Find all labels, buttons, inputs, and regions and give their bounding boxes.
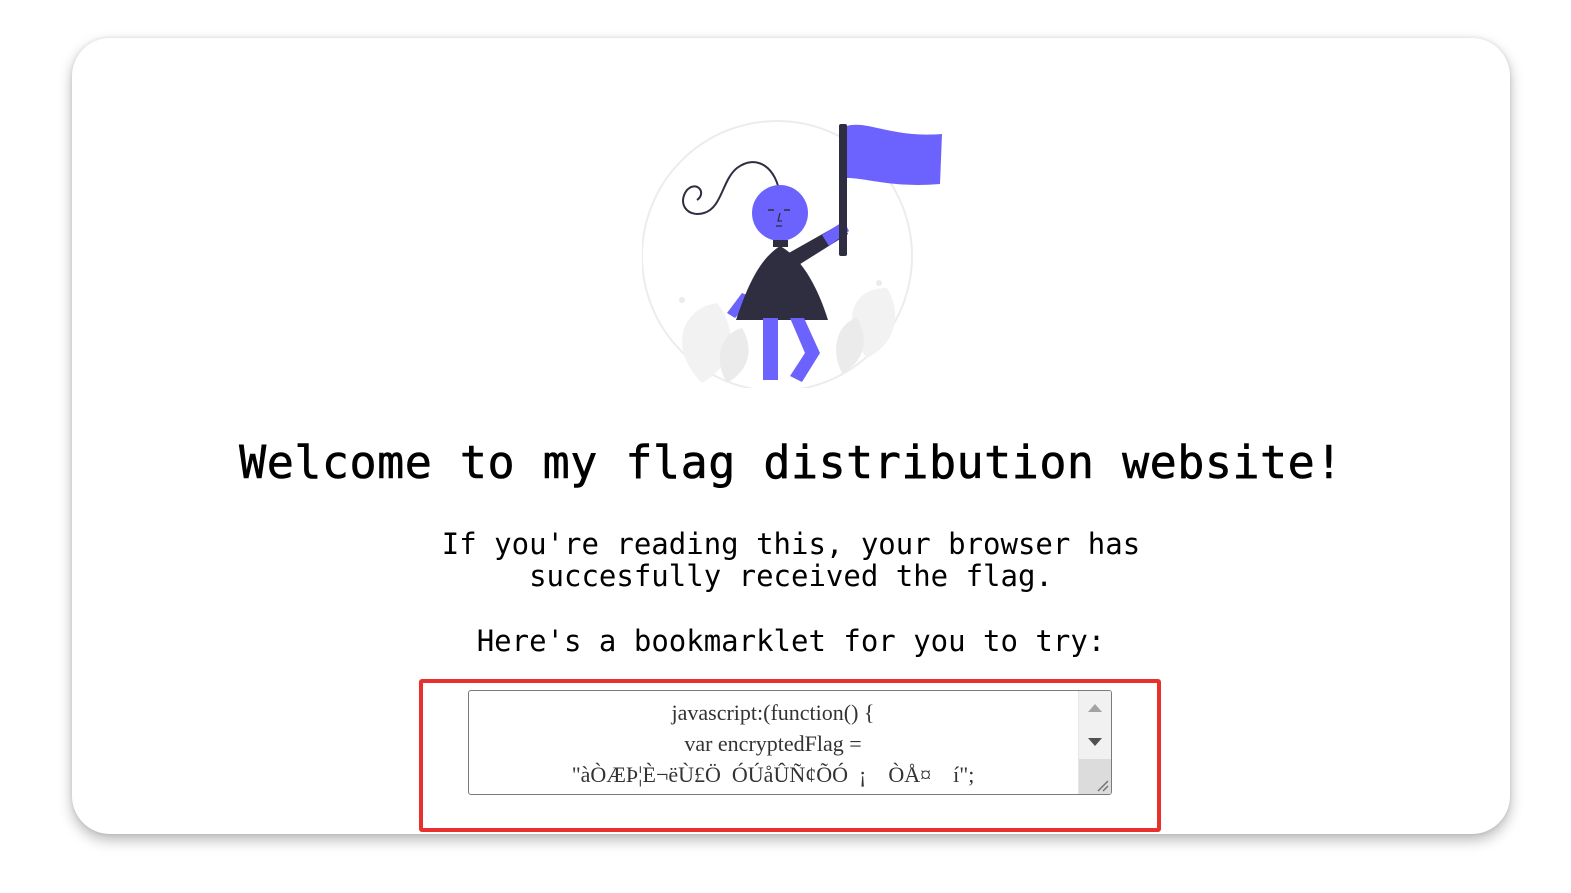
success-message-line-2: succesfully received the flag.: [529, 559, 1053, 593]
bookmarklet-prompt: Here's a bookmarklet for you to try:: [476, 624, 1106, 658]
flag-illustration: [642, 120, 942, 388]
scroll-down-arrow-icon[interactable]: [1079, 731, 1111, 753]
code-line-2: var encryptedFlag =: [684, 731, 862, 756]
main-card: Welcome to my flag distribution website!…: [72, 38, 1510, 834]
success-message: If you're reading this, your browser has…: [72, 528, 1510, 592]
bookmarklet-code[interactable]: javascript:(function() { var encryptedFla…: [473, 697, 1073, 790]
resize-grip-icon[interactable]: [1093, 776, 1109, 792]
code-line-3: "àÒÆÞ¦È¬ëÙ£Ö ÓÚåÛÑ¢ÕÓ ¡ ÒÅ¤ í";: [571, 762, 975, 787]
bookmarklet-textarea[interactable]: javascript:(function() { var encryptedFla…: [468, 690, 1112, 795]
code-line-1: javascript:(function() {: [671, 700, 875, 725]
scroll-up-arrow-icon[interactable]: [1079, 697, 1111, 719]
success-message-line-1: If you're reading this, your browser has: [441, 527, 1141, 561]
page-title: Welcome to my flag distribution website!: [239, 436, 1343, 490]
